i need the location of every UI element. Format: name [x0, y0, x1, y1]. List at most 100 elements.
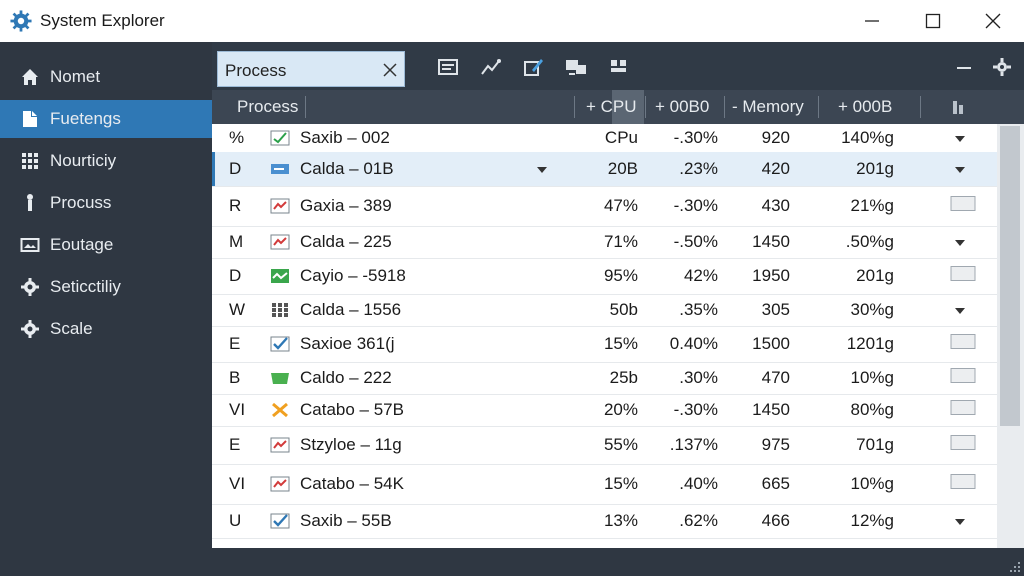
row-checkbox[interactable]	[950, 334, 976, 355]
table-row[interactable]: D Calda – 01B 20B .23% 420 201g	[212, 152, 997, 187]
table-row[interactable]: VI Catabo – 57B 20% -.30% 1450 80%g	[212, 394, 997, 427]
size-value: 701g	[856, 435, 894, 454]
table-row[interactable]: U Saxib – 55B 13% .62% 466 12%g	[212, 504, 997, 539]
row-checkbox[interactable]	[950, 196, 976, 217]
list-view-icon[interactable]	[437, 56, 461, 78]
grid-icon	[22, 153, 38, 169]
memory-value: 920	[761, 128, 790, 147]
column-divider[interactable]	[574, 96, 575, 118]
row-checkbox[interactable]	[950, 266, 976, 287]
sidebar-item-eoutage[interactable]: Eoutage	[0, 226, 212, 264]
scrollbar-thumb[interactable]	[1000, 126, 1020, 426]
size-value: .50%g	[845, 232, 894, 251]
row-checkbox[interactable]	[950, 474, 976, 495]
edit-tool-icon[interactable]	[522, 56, 546, 78]
cpu-value: 47%	[603, 196, 638, 215]
close-icon	[985, 13, 1001, 29]
maximize-button[interactable]	[904, 0, 962, 42]
process-name: Calda – 225	[300, 232, 392, 251]
col-000b[interactable]: + 000B	[838, 97, 892, 117]
wave-chart-icon	[270, 268, 290, 284]
memory-value: 420	[761, 159, 790, 178]
table-row[interactable]: M Calda – 225 71% -.50% 1450 .50%g	[212, 226, 997, 259]
percent-value: .23%	[679, 159, 718, 178]
title-bar: System Explorer	[0, 0, 1024, 42]
settings-icon[interactable]	[990, 56, 1014, 78]
table-row[interactable]: E Stzyloe – 11g 55% .137% 975 701g	[212, 426, 997, 465]
size-value: 140%g	[841, 128, 894, 147]
row-checkbox[interactable]	[950, 435, 976, 456]
minimize-button[interactable]	[843, 0, 901, 42]
row-checkbox[interactable]	[950, 400, 976, 421]
row-dropdown-icon[interactable]	[954, 232, 966, 252]
cpu-value: 15%	[603, 474, 638, 493]
column-divider[interactable]	[724, 96, 725, 118]
table-row[interactable]: W Calda – 1556 50b .35% 305 30%g	[212, 294, 997, 327]
sidebar-item-nourticiy[interactable]: Nourticiy	[0, 142, 212, 180]
row-letter: E	[229, 435, 241, 454]
percent-value: .137%	[669, 435, 718, 454]
table-row[interactable]: VI Catabo – 54K 15% .40% 665 10%g	[212, 464, 997, 505]
sidebar-item-fuetengs[interactable]: Fuetengs	[0, 100, 212, 138]
process-name: Catabo – 54K	[300, 474, 404, 493]
row-letter: U	[229, 511, 242, 530]
resize-grip-icon[interactable]	[1008, 560, 1022, 574]
col-process[interactable]: Process	[237, 97, 298, 117]
close-window-button[interactable]	[964, 0, 1022, 42]
row-dropdown-icon[interactable]	[954, 128, 966, 148]
table-row[interactable]: B Caldo – 222 25b .30% 470 10%g	[212, 362, 997, 395]
network-tool-icon[interactable]	[607, 56, 631, 78]
chevron-down-icon[interactable]	[536, 159, 548, 179]
percent-value: -.30%	[673, 196, 718, 215]
size-value: 1201g	[846, 334, 894, 353]
close-tab-icon[interactable]	[382, 62, 398, 78]
process-name: Saxioe 361(j	[300, 334, 395, 353]
process-name: Gaxia – 389	[300, 196, 392, 215]
chart-icon	[270, 234, 290, 250]
process-table: % Saxib – 002 CPu -.30% 920 140%g D Calda – 01B…	[212, 124, 997, 548]
column-divider[interactable]	[645, 96, 646, 118]
column-chooser-icon[interactable]	[950, 98, 968, 116]
row-letter: B	[229, 368, 241, 387]
row-dropdown-icon[interactable]	[954, 159, 966, 179]
table-row[interactable]: % Saxib – 002 CPu -.30% 920 140%g	[212, 124, 997, 153]
row-dropdown-icon[interactable]	[954, 511, 966, 531]
size-value: 201g	[856, 266, 894, 285]
column-divider[interactable]	[920, 96, 921, 118]
vertical-scrollbar[interactable]	[997, 124, 1024, 548]
sidebar-item-seticctiliy[interactable]: Seticctiliy	[0, 268, 212, 306]
chart-icon	[270, 437, 290, 453]
monitor-tool-icon[interactable]	[564, 56, 588, 78]
size-value: 80%g	[850, 400, 894, 419]
sidebar-item-scale[interactable]: Scale	[0, 310, 212, 348]
row-checkbox[interactable]	[950, 368, 976, 389]
cpu-value: 13%	[603, 511, 638, 530]
tab-process[interactable]: Process	[217, 51, 405, 87]
chart-icon	[270, 198, 290, 214]
percent-value: -.30%	[673, 400, 718, 419]
sidebar-item-nomet[interactable]: Nomet	[0, 58, 212, 96]
image-icon	[20, 238, 40, 252]
grid-icon	[270, 302, 290, 318]
size-value: 21%g	[850, 196, 894, 215]
row-letter: E	[229, 334, 241, 353]
row-dropdown-icon[interactable]	[954, 300, 966, 320]
minimize-panel-icon[interactable]	[952, 56, 976, 78]
sidebar: Nomet Fuetengs Nourticiy Procuss Eoutage	[0, 42, 212, 576]
process-name: Cayio – -5918	[300, 266, 406, 285]
table-row[interactable]: D Cayio – -5918 95% 42% 1950 201g	[212, 258, 997, 295]
sidebar-item-procuss[interactable]: Procuss	[0, 184, 212, 222]
sidebar-item-label: Scale	[50, 319, 93, 338]
table-row[interactable]: R Gaxia – 389 47% -.30% 430 21%g	[212, 186, 997, 227]
chart-icon	[270, 476, 290, 492]
col-memory[interactable]: - Memory	[732, 97, 804, 117]
column-divider[interactable]	[818, 96, 819, 118]
col-00b0[interactable]: + 00B0	[655, 97, 709, 117]
memory-value: 1950	[752, 266, 790, 285]
chart-tool-icon[interactable]	[479, 56, 503, 78]
window-title: System Explorer	[40, 11, 165, 30]
percent-value: .30%	[679, 368, 718, 387]
column-divider[interactable]	[305, 96, 306, 118]
col-cpu[interactable]: + CPU	[586, 97, 637, 117]
table-row[interactable]: E Saxioe 361(j 15% 0.40% 1500 1201g	[212, 326, 997, 363]
